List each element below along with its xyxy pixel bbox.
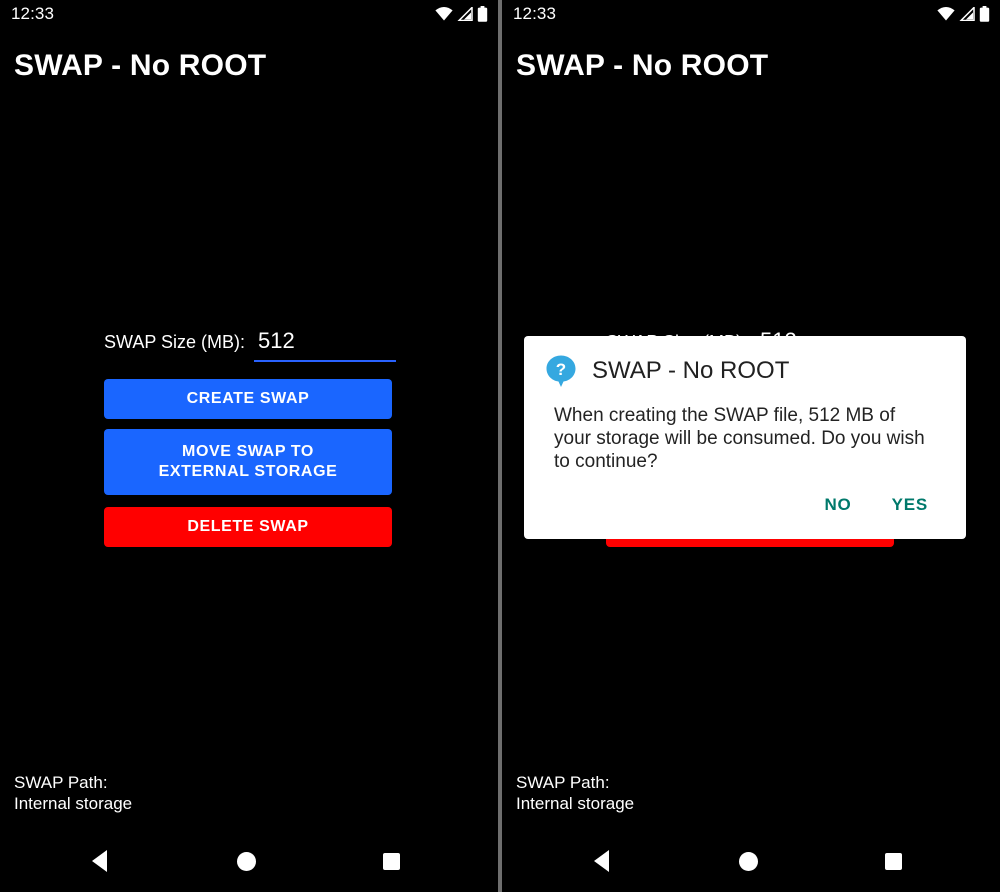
- dialog-title: SWAP - No ROOT: [592, 357, 790, 384]
- battery-icon: [477, 6, 488, 22]
- swap-path-label: SWAP Path:: [14, 773, 108, 792]
- home-icon[interactable]: [713, 830, 783, 892]
- dialog-message: When creating the SWAP file, 512 MB of y…: [554, 405, 925, 472]
- swap-size-label: SWAP Size (MB):: [104, 332, 246, 352]
- status-bar-left: 12:33: [0, 0, 498, 30]
- status-icon-group: [435, 4, 488, 24]
- phone-screen-right: 12:33 SWAP - No ROOT SWAP Size (MB): 512…: [502, 0, 1000, 892]
- move-swap-button[interactable]: MOVE SWAP TO EXTERNAL STORAGE: [104, 429, 392, 495]
- svg-text:?: ?: [556, 360, 566, 379]
- delete-swap-button[interactable]: DELETE SWAP: [104, 507, 392, 547]
- screenshot-root: 12:33 SWAP - No ROOT SWAP Size (MB): 512…: [0, 0, 1000, 892]
- create-swap-button[interactable]: CREATE SWAP: [104, 379, 392, 419]
- move-swap-button-label: MOVE SWAP TO EXTERNAL STORAGE: [158, 443, 338, 480]
- dialog-scrim: ? SWAP - No ROOT When creating the SWAP …: [502, 0, 1000, 892]
- wifi-icon: [435, 7, 453, 21]
- recents-icon[interactable]: [858, 830, 928, 892]
- swap-size-input[interactable]: 512: [254, 328, 397, 362]
- dialog-header: ? SWAP - No ROOT: [544, 354, 946, 388]
- status-clock: 12:33: [11, 4, 55, 23]
- dialog-actions: NO YES: [544, 491, 946, 529]
- confirm-swap-dialog: ? SWAP - No ROOT When creating the SWAP …: [524, 336, 966, 539]
- android-nav-bar-left: [0, 830, 498, 892]
- phone-screen-left: 12:33 SWAP - No ROOT SWAP Size (MB): 512…: [0, 0, 498, 892]
- help-question-icon: ?: [544, 354, 578, 388]
- cellular-signal-icon: [457, 7, 473, 21]
- dialog-yes-button[interactable]: YES: [890, 491, 930, 519]
- android-nav-bar-right: [502, 830, 1000, 892]
- swap-path-info: SWAP Path: Internal storage: [14, 772, 132, 814]
- home-icon[interactable]: [211, 830, 281, 892]
- dialog-no-button[interactable]: NO: [822, 491, 853, 519]
- page-title: SWAP - No ROOT: [14, 49, 267, 82]
- back-icon[interactable]: [64, 830, 134, 892]
- swap-size-row: SWAP Size (MB): 512: [104, 328, 397, 362]
- recents-icon[interactable]: [356, 830, 426, 892]
- swap-path-value: Internal storage: [14, 794, 133, 813]
- back-icon[interactable]: [566, 830, 636, 892]
- swap-size-value: 512: [258, 328, 295, 353]
